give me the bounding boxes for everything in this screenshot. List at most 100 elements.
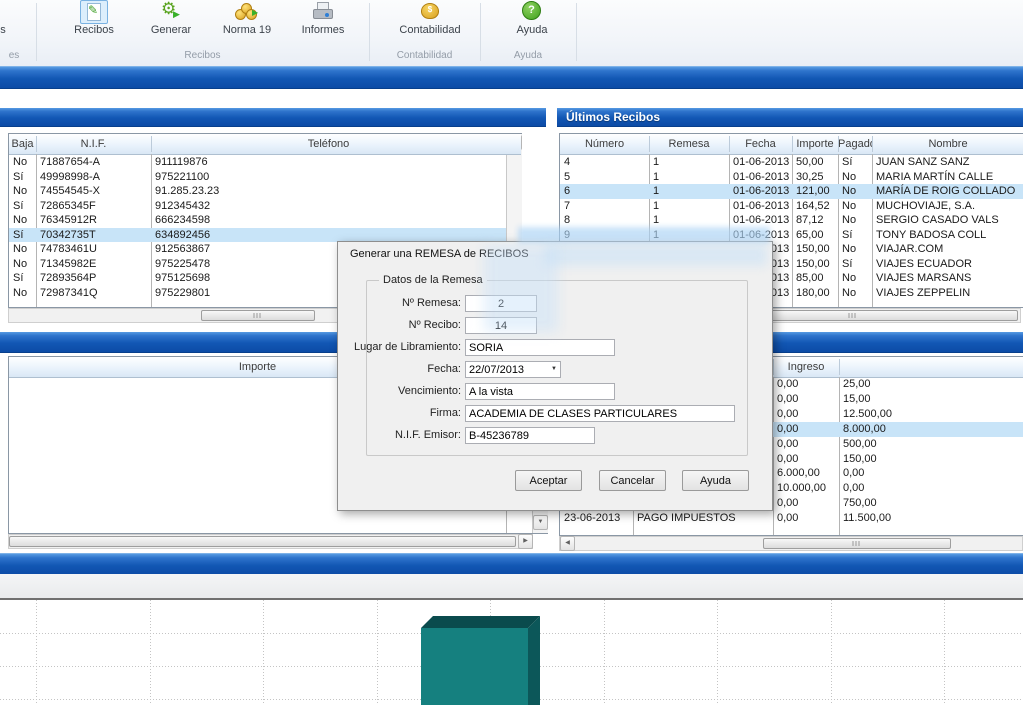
cell: 150,00 [843, 452, 1022, 467]
ultimos-recibos-header[interactable]: Últimos Recibos [557, 108, 1023, 127]
scrollbar-thumb[interactable] [763, 538, 951, 549]
column-header-ingreso[interactable]: Ingreso [773, 357, 839, 377]
table-row[interactable]: 23-06-2013PAGO IMPUESTOS0,0011.500,00 [560, 511, 1023, 526]
column-header-número[interactable]: Número [560, 134, 649, 154]
clients-panel-header[interactable] [0, 108, 546, 127]
recibo-number-label: Nº Recibo: [346, 317, 461, 334]
cell: 912345432 [155, 199, 504, 214]
column-separator [151, 136, 152, 152]
column-separator [773, 359, 774, 375]
cell: MARÍA DE ROIG COLLADO [876, 184, 1022, 199]
bar-chart [0, 600, 1023, 705]
remesa-number-input[interactable] [465, 295, 537, 312]
cell: 72893564P [40, 271, 149, 286]
cell: 164,52 [796, 199, 836, 214]
ribbon-button-ayuda[interactable]: ? Ayuda [503, 0, 561, 46]
ribbon-button-generar[interactable]: ⚙▶Generar [140, 0, 202, 46]
application-window: es✎Recibos⚙▶Generar▶Norma 19Informes$Con… [0, 0, 1023, 705]
cell: Sí [13, 199, 34, 214]
table-row[interactable]: Sí49998998-A975221100 [9, 170, 506, 185]
column-header-pagado[interactable]: Pagado [838, 134, 872, 154]
table-row[interactable]: No71887654-A911119876 [9, 155, 506, 170]
recibo-number-input[interactable] [465, 317, 537, 334]
column-header-remesa[interactable]: Remesa [649, 134, 729, 154]
firma-label: Firma: [346, 405, 461, 422]
group-separator [369, 3, 370, 61]
chart-section-title-bar[interactable] [0, 553, 1023, 576]
cell: JUAN SANZ SANZ [876, 155, 1022, 170]
cell: No [842, 242, 870, 257]
cell: 180,00 [796, 286, 836, 301]
column-header-importe[interactable]: Importe [792, 134, 838, 154]
fecha-combobox[interactable] [465, 361, 561, 378]
cell: No [842, 271, 870, 286]
table-row[interactable]: 5101-06-201330,25NoMARIA MARTÍN CALLE [560, 170, 1023, 185]
scroll-down-arrow-icon[interactable]: ▼ [533, 515, 548, 530]
cell: VIAJES ZEPPELIN [876, 286, 1022, 301]
ayuda-button[interactable]: Ayuda [682, 470, 749, 491]
column-header[interactable] [839, 357, 1023, 377]
scrollbar-thumb[interactable] [201, 310, 315, 321]
ribbon-button-contabilidad[interactable]: $Contabilidad [395, 0, 465, 46]
importes-hscrollbar[interactable]: ▶ [8, 534, 533, 549]
column-header-teléfono[interactable]: Teléfono [151, 134, 506, 154]
table-row[interactable]: No74554545-X91.285.23.23 [9, 184, 506, 199]
cell: 12.500,00 [843, 407, 1022, 422]
cell: 975221100 [155, 170, 504, 185]
dropdown-arrow-icon[interactable]: ▼ [548, 363, 560, 376]
cell: 01-06-2013 [733, 170, 790, 185]
ribbon-button-es[interactable]: es [0, 0, 30, 46]
scroll-left-arrow-icon[interactable]: ◀ [560, 536, 575, 551]
table-row[interactable]: 4101-06-201350,00SíJUAN SANZ SANZ [560, 155, 1023, 170]
column-header-n.i.f.[interactable]: N.I.F. [36, 134, 151, 154]
column-separator [36, 136, 37, 152]
group-separator [36, 3, 37, 61]
group-separator [480, 3, 481, 61]
cell: No [13, 213, 34, 228]
column-header-nombre[interactable]: Nombre [872, 134, 1023, 154]
table-row[interactable]: 7101-06-2013164,52NoMUCHOVIAJE, S.A. [560, 199, 1023, 214]
ribbon-button-label: Contabilidad [395, 24, 465, 36]
lugar-libramiento-input[interactable] [465, 339, 615, 356]
column-header-fecha[interactable]: Fecha [729, 134, 792, 154]
cell: TONY BADOSA COLL [876, 228, 1022, 243]
cell: 11.500,00 [843, 511, 1022, 526]
scrollbar-thumb[interactable] [9, 536, 516, 547]
fecha-label: Fecha: [346, 361, 461, 378]
ribbon-button-label: Norma 19 [215, 24, 279, 36]
ribbon-button-recibos[interactable]: ✎Recibos [62, 0, 126, 46]
table-row[interactable]: Sí72865345F912345432 [9, 199, 506, 214]
table-row[interactable]: 6101-06-2013121,00NoMARÍA DE ROIG COLLAD… [560, 184, 1023, 199]
cell: 70342735T [40, 228, 149, 243]
cell: 85,00 [796, 271, 836, 286]
help-icon: ? [522, 1, 541, 20]
ribbon-button-label: Informes [293, 24, 353, 36]
cell: 7 [564, 199, 647, 214]
cell: No [842, 184, 870, 199]
window-title-bar[interactable] [0, 66, 1023, 89]
column-separator [838, 136, 839, 152]
cell: 65,00 [796, 228, 836, 243]
cell: 1 [653, 155, 727, 170]
cell: 6 [564, 184, 647, 199]
cell: 0,00 [777, 377, 837, 392]
chart-toolbar-strip [0, 574, 1023, 600]
nif-emisor-input[interactable] [465, 427, 595, 444]
vencimiento-input[interactable] [465, 383, 615, 400]
cell: 0,00 [777, 496, 837, 511]
ribbon-button-label: Ayuda [503, 24, 561, 36]
column-header-baja[interactable]: Baja [9, 134, 36, 154]
scroll-right-arrow-icon[interactable]: ▶ [518, 534, 533, 549]
aceptar-button[interactable]: Aceptar [515, 470, 582, 491]
table-row[interactable]: No76345912R666234598 [9, 213, 506, 228]
ribbon-button-norma-19[interactable]: ▶Norma 19 [215, 0, 279, 46]
cancelar-button[interactable]: Cancelar [599, 470, 666, 491]
cell: 0,00 [843, 481, 1022, 496]
ribbon-button-informes[interactable]: Informes [293, 0, 353, 46]
table-row[interactable]: 8101-06-201387,12NoSERGIO CASADO VALS [560, 213, 1023, 228]
cell: 911119876 [155, 155, 504, 170]
cell: 30,25 [796, 170, 836, 185]
firma-input[interactable] [465, 405, 735, 422]
cell: 23-06-2013 [564, 511, 631, 526]
movimientos-hscrollbar[interactable]: ◀ [559, 536, 1023, 551]
